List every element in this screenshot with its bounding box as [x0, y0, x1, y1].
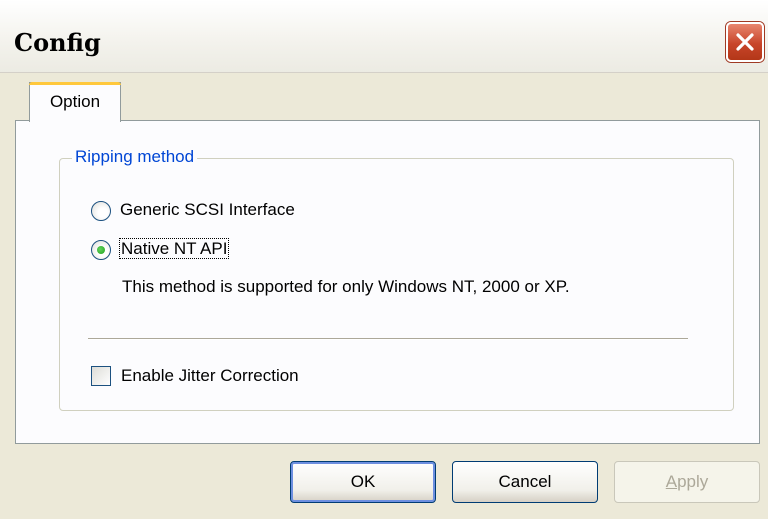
window-title: Config	[14, 28, 101, 57]
close-button[interactable]	[726, 22, 764, 62]
ok-button[interactable]: OK	[290, 461, 436, 503]
cancel-button[interactable]: Cancel	[452, 461, 598, 503]
radio-native-nt-api[interactable]	[91, 240, 111, 260]
jitter-checkbox[interactable]	[91, 366, 111, 386]
radio-generic-scsi-label[interactable]: Generic SCSI Interface	[120, 200, 295, 220]
title-bar[interactable]: Config	[0, 0, 768, 73]
tab-option[interactable]: Option	[29, 82, 121, 122]
config-dialog: Config Option Ripping method Generic SCS…	[0, 0, 768, 519]
jitter-checkbox-label[interactable]: Enable Jitter Correction	[121, 366, 299, 386]
separator	[88, 338, 688, 340]
ripping-method-title: Ripping method	[72, 147, 198, 167]
apply-underline: A	[665, 472, 678, 491]
method-note: This method is supported for only Window…	[122, 277, 570, 296]
apply-button[interactable]: Apply	[614, 461, 760, 503]
radio-selected-dot	[97, 246, 105, 254]
focus-rectangle: Native NT API	[119, 238, 230, 259]
close-icon	[736, 33, 754, 51]
apply-button-label: Apply	[666, 472, 709, 491]
radio-generic-scsi[interactable]	[91, 201, 111, 221]
apply-rest: pply	[677, 472, 709, 491]
radio-native-nt-api-label[interactable]: Native NT API	[119, 238, 230, 259]
tab-option-label: Option	[49, 92, 101, 111]
